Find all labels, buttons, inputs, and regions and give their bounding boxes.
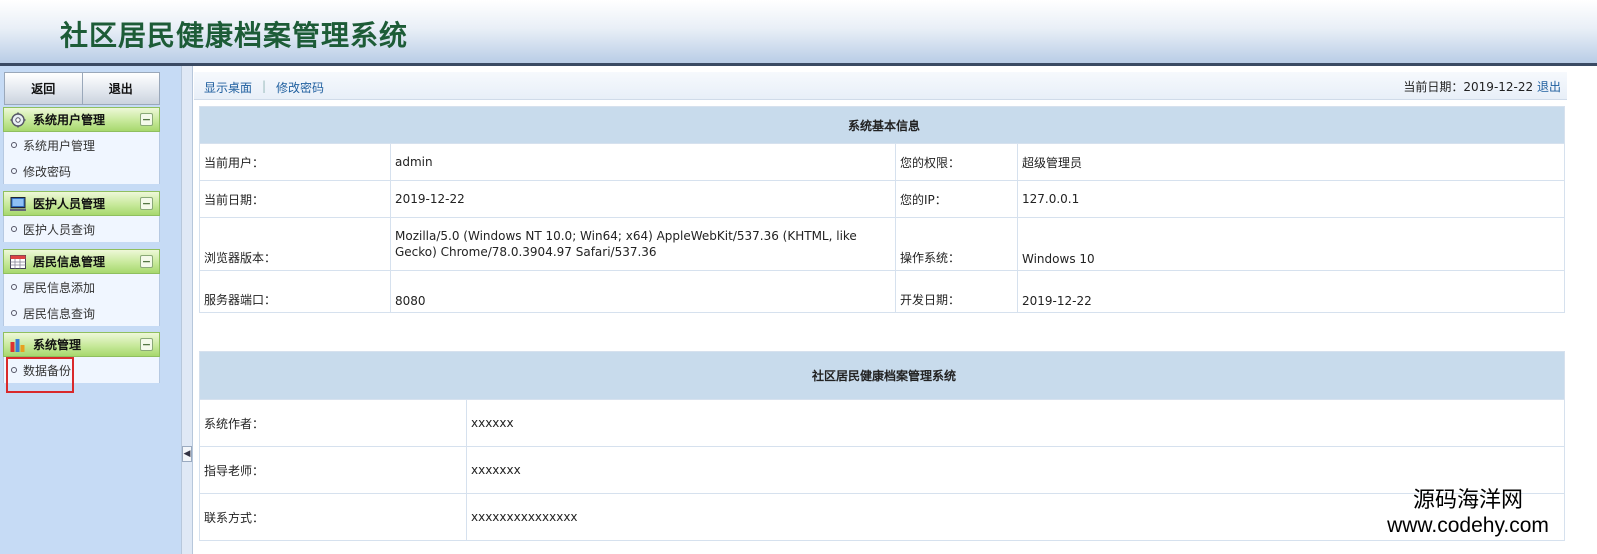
bullet-icon <box>11 226 17 232</box>
table-row: 服务器端口： 8080 开发日期： 2019-12-22 <box>199 270 1565 313</box>
menu-item-medical-staff-query[interactable]: 医护人员查询 <box>4 216 159 242</box>
gear-icon <box>9 112 27 128</box>
menu-item-label: 居民信息添加 <box>23 280 96 295</box>
field-label: 操作系统： <box>895 217 1018 271</box>
about-table: 社区居民健康档案管理系统 系统作者： xxxxxx 指导老师： xxxxxxx … <box>199 351 1565 541</box>
menu-item-label: 居民信息查询 <box>23 306 96 321</box>
menu-header-label: 居民信息管理 <box>33 255 106 269</box>
menu-item-change-password[interactable]: 修改密码 <box>4 158 159 184</box>
field-label: 服务器端口： <box>199 270 391 313</box>
main-content: 显示桌面 | 修改密码 当前日期：2019-12-22 退出 系统基本信息 当前… <box>194 66 1597 554</box>
field-value: 2019-12-22 <box>390 180 896 218</box>
monitor-icon <box>9 196 27 212</box>
watermark: 源码海洋网 www.codehy.com <box>1368 488 1568 538</box>
table-row: 指导老师： xxxxxxx <box>199 446 1565 494</box>
system-info-table: 系统基本信息 当前用户： admin 您的权限： 超级管理员 当前日期： 201… <box>199 106 1565 313</box>
menu-item-system-users[interactable]: 系统用户管理 <box>4 132 159 158</box>
collapse-icon[interactable]: − <box>140 197 153 210</box>
table-row: 当前日期： 2019-12-22 您的IP： 127.0.0.1 <box>199 180 1565 218</box>
table-row: 系统作者： xxxxxx <box>199 399 1565 447</box>
collapse-icon[interactable]: − <box>140 338 153 351</box>
menu-header-system-users[interactable]: 系统用户管理 − <box>3 107 160 132</box>
field-value: Windows 10 <box>1017 217 1565 271</box>
watermark-title: 源码海洋网 <box>1412 488 1523 513</box>
show-desktop-link[interactable]: 显示桌面 <box>204 79 252 96</box>
about-title: 社区居民健康档案管理系统 <box>199 351 1565 400</box>
highlight-annotation-box <box>6 357 74 393</box>
field-value: Mozilla/5.0 (Windows NT 10.0; Win64; x64… <box>390 217 896 271</box>
logout-link[interactable]: 退出 <box>1537 80 1561 94</box>
field-value: 127.0.0.1 <box>1017 180 1565 218</box>
field-label: 浏览器版本： <box>199 217 391 271</box>
bar-chart-icon <box>9 337 27 353</box>
collapse-icon[interactable]: − <box>140 113 153 126</box>
menu-header-medical-staff[interactable]: 医护人员管理 − <box>3 191 160 216</box>
app-title: 社区居民健康档案管理系统 <box>60 19 409 52</box>
system-info-title: 系统基本信息 <box>199 106 1565 144</box>
change-password-link[interactable]: 修改密码 <box>276 79 324 96</box>
exit-button[interactable]: 退出 <box>82 72 160 105</box>
main-toolbar: 显示桌面 | 修改密码 当前日期：2019-12-22 退出 <box>194 72 1567 100</box>
table-row: 当前用户： admin 您的权限： 超级管理员 <box>199 143 1565 181</box>
field-value: xxxxxx <box>466 399 1565 447</box>
field-label: 指导老师： <box>199 446 467 494</box>
app-header: 社区居民健康档案管理系统 <box>0 0 1597 66</box>
field-value: xxxxxxx <box>466 446 1565 494</box>
field-label: 联系方式： <box>199 493 467 541</box>
menu-group-system-users: 系统用户管理 − 系统用户管理 修改密码 <box>3 107 160 184</box>
calendar-icon <box>9 254 27 270</box>
back-button[interactable]: 返回 <box>4 72 83 105</box>
menu-item-label: 系统用户管理 <box>23 138 96 153</box>
table-row: 联系方式： xxxxxxxxxxxxxxx <box>199 493 1565 541</box>
bullet-icon <box>11 310 17 316</box>
field-label: 您的权限： <box>895 143 1018 181</box>
menu-header-label: 医护人员管理 <box>33 197 106 211</box>
date-label: 当前日期： <box>1403 80 1464 94</box>
menu-header-system-admin[interactable]: 系统管理 − <box>3 332 160 357</box>
field-value: 超级管理员 <box>1017 143 1565 181</box>
bullet-icon <box>11 168 17 174</box>
menu-item-resident-query[interactable]: 居民信息查询 <box>4 300 159 326</box>
sidebar-button-row: 返回 退出 <box>4 72 160 105</box>
table-row: 浏览器版本： Mozilla/5.0 (Windows NT 10.0; Win… <box>199 217 1565 271</box>
field-value: 8080 <box>390 270 896 313</box>
menu-item-resident-add[interactable]: 居民信息添加 <box>4 274 159 300</box>
collapse-sidebar-arrow-icon[interactable]: ◀ <box>182 446 192 462</box>
toolbar-divider: | <box>262 79 267 93</box>
menu-group-resident-info: 居民信息管理 − 居民信息添加 居民信息查询 <box>3 249 160 326</box>
watermark-url: www.codehy.com <box>1387 514 1549 537</box>
sidebar: 返回 退出 系统用户管理 − 系统用户管理 修改密码 医护人员管理 − 医护人员… <box>0 66 181 554</box>
bullet-icon <box>11 142 17 148</box>
field-label: 开发日期： <box>895 270 1018 313</box>
menu-item-label: 医护人员查询 <box>23 222 96 237</box>
bullet-icon <box>11 284 17 290</box>
field-value: 2019-12-22 <box>1017 270 1565 313</box>
menu-item-label: 修改密码 <box>23 164 72 179</box>
menu-header-label: 系统用户管理 <box>33 113 106 127</box>
collapse-icon[interactable]: − <box>140 255 153 268</box>
field-label: 当前日期： <box>199 180 391 218</box>
menu-header-resident-info[interactable]: 居民信息管理 − <box>3 249 160 274</box>
date-value: 2019-12-22 <box>1463 80 1534 94</box>
field-label: 您的IP： <box>895 180 1018 218</box>
menu-header-label: 系统管理 <box>33 338 82 352</box>
sidebar-splitter[interactable]: ◀ <box>181 66 193 554</box>
menu-group-medical-staff: 医护人员管理 − 医护人员查询 <box>3 191 160 242</box>
field-label: 系统作者： <box>199 399 467 447</box>
field-label: 当前用户： <box>199 143 391 181</box>
field-value: admin <box>390 143 896 181</box>
current-date: 当前日期：2019-12-22 退出 <box>1403 78 1561 95</box>
